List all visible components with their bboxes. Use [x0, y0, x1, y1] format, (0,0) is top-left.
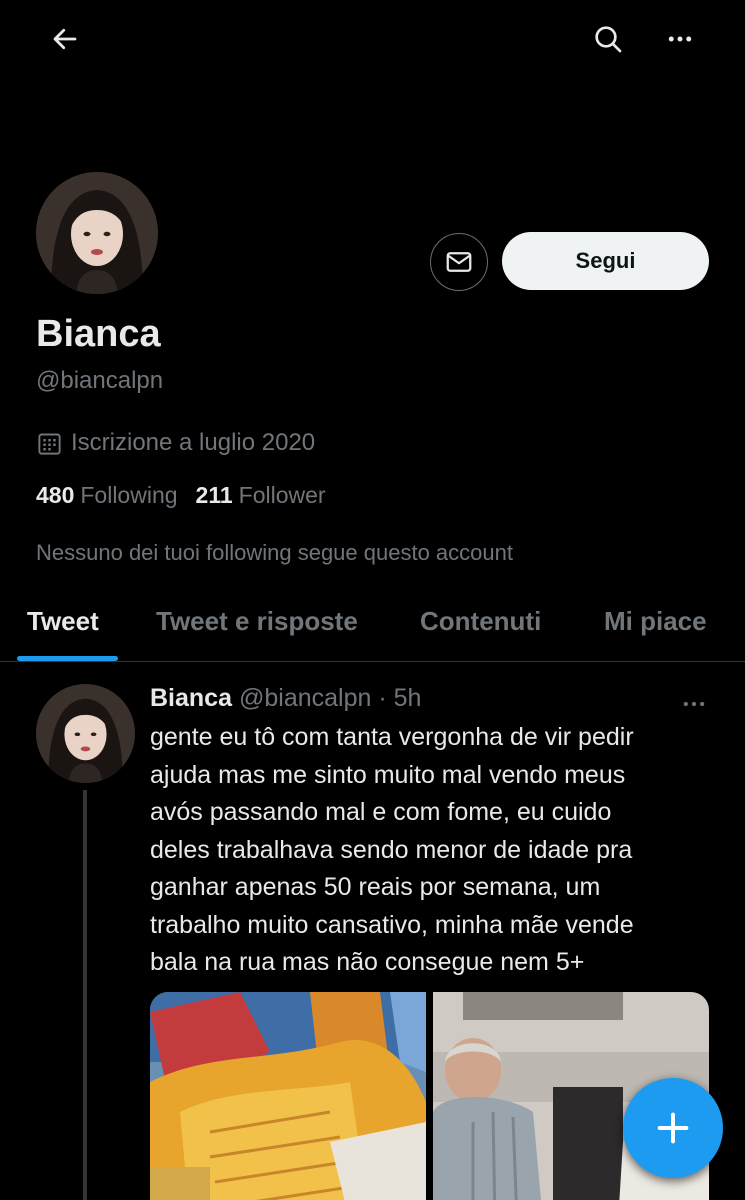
thread-line: [83, 790, 87, 1200]
tweet-text: gente eu tô com tanta vergonha de vir pe…: [150, 723, 634, 976]
more-options-button[interactable]: [656, 15, 704, 63]
avatar-image: [36, 172, 158, 294]
followers-count: 211: [195, 482, 233, 508]
search-icon: [595, 26, 622, 53]
tab-tweet-e-risposte[interactable]: Tweet e risposte: [156, 606, 358, 637]
tweet-author-name[interactable]: Bianca: [150, 684, 232, 713]
tab-mi-piace[interactable]: Mi piace: [604, 606, 707, 637]
food-photo: [150, 992, 426, 1200]
profile-page: Segui Bianca @biancalpn Iscrizione a lug…: [0, 0, 745, 1200]
join-date-text: Iscrizione a luglio 2020: [71, 429, 316, 456]
compose-tweet-button[interactable]: [623, 1078, 723, 1178]
join-date: Iscrizione a luglio 2020: [36, 429, 315, 457]
message-button[interactable]: [430, 233, 488, 291]
more-horizontal-icon: [683, 701, 705, 707]
profile-tabs: Tweet Tweet e risposte Contenuti Mi piac…: [0, 596, 745, 662]
active-tab-indicator: [17, 656, 118, 661]
tweet-avatar[interactable]: [36, 684, 135, 783]
envelope-icon: [446, 252, 472, 272]
avatar-image: [36, 684, 135, 783]
tweet-handle-time: @biancalpn · 5h: [238, 684, 422, 712]
tab-contenuti[interactable]: Contenuti: [420, 606, 541, 637]
following-label: Following: [80, 482, 178, 508]
tab-tweet[interactable]: Tweet: [27, 606, 99, 637]
arrow-left-icon: [53, 28, 77, 50]
profile-stats: 480 Following 211 Follower: [36, 482, 326, 509]
search-button[interactable]: [584, 15, 632, 63]
follow-button[interactable]: Segui: [502, 232, 709, 290]
more-horizontal-icon: [668, 36, 692, 42]
tweet-header: Bianca @biancalpn · 5h: [150, 684, 421, 713]
top-bar: [0, 0, 745, 80]
profile-avatar[interactable]: [36, 172, 158, 294]
profile-handle: @biancalpn: [36, 367, 164, 394]
tweet-media-1[interactable]: [150, 992, 426, 1200]
calendar-icon: [38, 433, 61, 455]
tweet-more-button[interactable]: [672, 690, 716, 718]
profile-display-name: Bianca: [36, 313, 161, 355]
plus-icon: [657, 1112, 689, 1144]
followers-label: Follower: [238, 482, 326, 508]
followers-stat[interactable]: 211 Follower: [196, 482, 326, 509]
following-count: 480: [36, 482, 75, 508]
mutual-followers-note: Nessuno dei tuoi following segue questo …: [36, 540, 513, 565]
following-stat[interactable]: 480 Following: [36, 482, 178, 509]
back-button[interactable]: [41, 15, 89, 63]
